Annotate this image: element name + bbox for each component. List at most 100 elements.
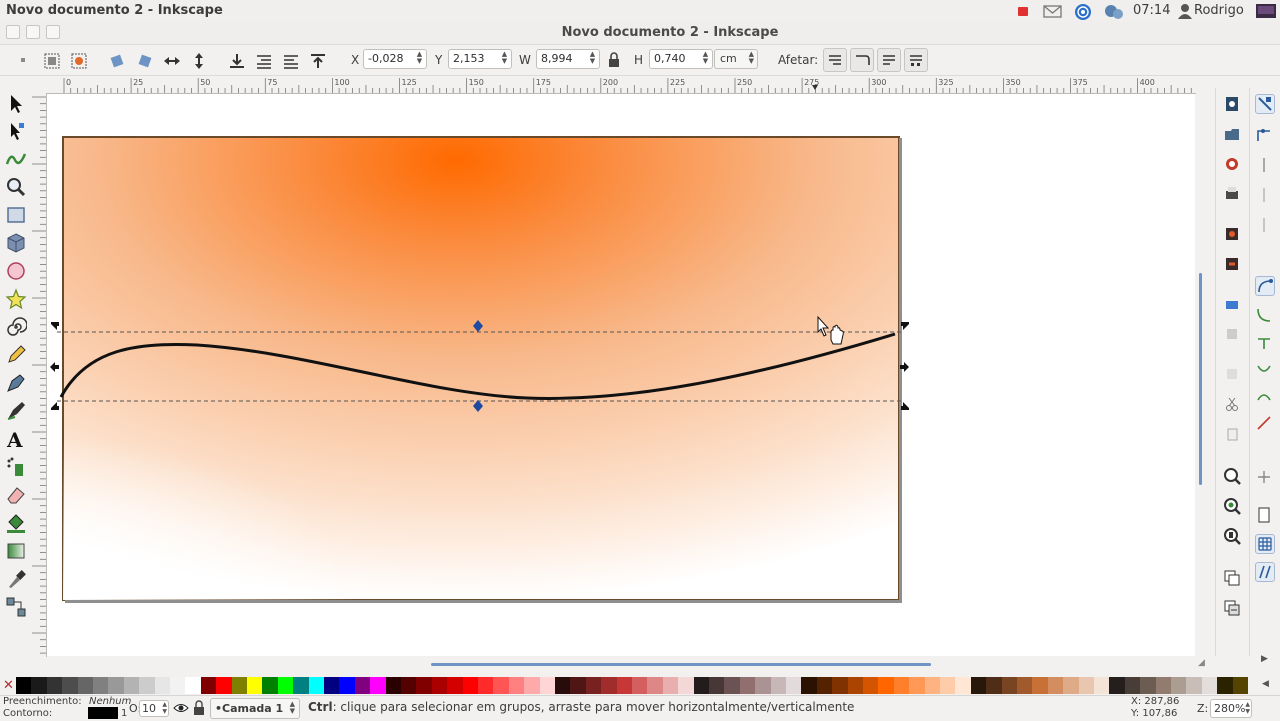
no-paint-swatch-icon[interactable]: ✕ xyxy=(3,677,15,694)
duplicate-icon[interactable] xyxy=(1223,569,1241,587)
redo-icon[interactable] xyxy=(1223,365,1241,383)
opacity-field[interactable]: 10 ▲ ▼ xyxy=(139,700,169,717)
paint-bucket-tool-icon[interactable] xyxy=(5,512,27,534)
palette-swatch[interactable] xyxy=(1047,677,1064,694)
palette-swatch[interactable] xyxy=(1201,677,1218,694)
zoom-field[interactable]: 280% ▲ ▼ xyxy=(1210,699,1252,718)
snap-intersections-icon[interactable] xyxy=(1255,334,1273,352)
snap-cusp-icon[interactable] xyxy=(1255,362,1273,380)
palette-menu-icon[interactable]: ◀ xyxy=(1262,679,1269,689)
palette-swatch[interactable] xyxy=(601,677,618,694)
palette-swatch[interactable] xyxy=(1140,677,1157,694)
snap-bbox-mid-icon[interactable] xyxy=(1255,216,1273,234)
palette-swatch[interactable] xyxy=(508,677,525,694)
session-icon[interactable] xyxy=(1255,3,1277,19)
palette-swatch[interactable] xyxy=(277,677,294,694)
palette-swatch[interactable] xyxy=(493,677,510,694)
palette-swatch[interactable] xyxy=(416,677,433,694)
gradient-tool-icon[interactable] xyxy=(5,540,27,562)
palette-swatch[interactable] xyxy=(185,677,202,694)
palette-swatch[interactable] xyxy=(1017,677,1033,694)
raise-to-top-button[interactable] xyxy=(309,52,325,68)
snap-centers-icon[interactable] xyxy=(1255,468,1273,486)
open-icon[interactable] xyxy=(1223,125,1241,143)
zoom-tool-icon[interactable] xyxy=(5,176,27,198)
affect-gradient-button[interactable] xyxy=(877,48,901,72)
palette-swatch[interactable] xyxy=(662,677,679,694)
spray-tool-icon[interactable] xyxy=(5,456,27,478)
palette-swatch[interactable] xyxy=(123,677,140,694)
palette-swatch[interactable] xyxy=(16,677,32,694)
palette-swatch[interactable] xyxy=(878,677,895,694)
palette-swatch[interactable] xyxy=(139,677,156,694)
flip-horizontal-button[interactable] xyxy=(163,52,180,68)
zoom-drawing-icon[interactable] xyxy=(1223,497,1241,515)
palette-swatch[interactable] xyxy=(647,677,664,694)
star-tool-icon[interactable] xyxy=(5,288,27,310)
palette-swatch[interactable] xyxy=(1063,677,1080,694)
h-field[interactable]: 0,740 ▲ ▼ xyxy=(649,49,713,69)
scale-handle-bottom-left[interactable] xyxy=(51,402,59,410)
zoom-page-icon[interactable] xyxy=(1223,527,1241,545)
vertical-scrollbar[interactable] xyxy=(1196,93,1206,657)
palette-swatch[interactable] xyxy=(462,677,479,694)
palette-swatch[interactable] xyxy=(231,677,248,694)
palette-swatch[interactable] xyxy=(570,677,587,694)
clock[interactable]: 07:14 xyxy=(1133,3,1170,18)
selector-tool-icon[interactable] xyxy=(5,93,27,115)
palette-swatch[interactable] xyxy=(893,677,910,694)
network-icon[interactable] xyxy=(1073,3,1093,20)
palette-swatch[interactable] xyxy=(847,677,864,694)
dropper-tool-icon[interactable] xyxy=(5,568,27,590)
palette-swatch[interactable] xyxy=(739,677,756,694)
ellipse-tool-icon[interactable] xyxy=(5,260,27,282)
spin-arrows-icon[interactable]: ▲ ▼ xyxy=(415,51,424,67)
user-icon[interactable] xyxy=(1178,3,1192,19)
palette-swatch[interactable] xyxy=(678,677,695,694)
3d-box-tool-icon[interactable] xyxy=(5,232,27,254)
palette-swatch[interactable] xyxy=(909,677,926,694)
palette-swatch[interactable] xyxy=(308,677,325,694)
node-tool-icon[interactable] xyxy=(5,121,27,143)
snap-grid-icon[interactable] xyxy=(1255,534,1275,554)
stroke-width[interactable]: 1 xyxy=(121,708,127,719)
layer-lock-icon[interactable] xyxy=(193,700,205,719)
scale-handle-bottom-right[interactable] xyxy=(901,402,909,410)
snap-bbox-corner-icon[interactable] xyxy=(1255,186,1273,204)
palette-swatch[interactable] xyxy=(1078,677,1095,694)
palette-swatch[interactable] xyxy=(709,677,725,694)
palette-swatch[interactable] xyxy=(354,677,371,694)
flip-vertical-button[interactable] xyxy=(190,52,206,69)
snap-bbox-icon[interactable] xyxy=(1255,126,1273,144)
palette-swatch[interactable] xyxy=(339,677,356,694)
vertical-ruler[interactable] xyxy=(30,93,47,657)
palette-swatch[interactable] xyxy=(755,677,772,694)
select-all-button[interactable] xyxy=(43,52,60,69)
palette-swatch[interactable] xyxy=(385,677,402,694)
palette-swatch[interactable] xyxy=(786,677,802,694)
lower-to-bottom-button[interactable] xyxy=(228,52,244,68)
import-icon[interactable] xyxy=(1223,225,1241,243)
palette-swatch[interactable] xyxy=(31,677,48,694)
palette-swatch[interactable] xyxy=(93,677,109,694)
palette-swatch[interactable] xyxy=(924,677,941,694)
horizontal-scrollbar[interactable]: ◢ xyxy=(46,657,1205,671)
palette-swatch[interactable] xyxy=(1032,677,1049,694)
palette-swatch[interactable] xyxy=(1094,677,1110,694)
scale-handle-top-left[interactable] xyxy=(51,322,59,330)
palette-swatch[interactable] xyxy=(632,677,648,694)
y-field[interactable]: 2,153 ▲ ▼ xyxy=(448,49,512,69)
horizontal-ruler[interactable]: 0 25 50 75 100 125 150 175 200 225 250 275 300 325 350… xyxy=(46,76,1196,94)
palette-swatch[interactable] xyxy=(247,677,263,694)
export-icon[interactable] xyxy=(1223,255,1241,273)
palette-swatch[interactable] xyxy=(770,677,787,694)
palette-swatch[interactable] xyxy=(431,677,448,694)
palette-swatch[interactable] xyxy=(447,677,464,694)
palette-swatch[interactable] xyxy=(539,677,556,694)
spin-arrows-icon[interactable]: ▲ ▼ xyxy=(1245,701,1250,715)
tweak-tool-icon[interactable] xyxy=(5,148,27,170)
palette-swatch[interactable] xyxy=(262,677,279,694)
lock-icon[interactable] xyxy=(607,52,623,68)
unit-select[interactable]: cm ▲ ▼ xyxy=(714,49,758,69)
snap-nodes-icon[interactable] xyxy=(1255,276,1275,296)
